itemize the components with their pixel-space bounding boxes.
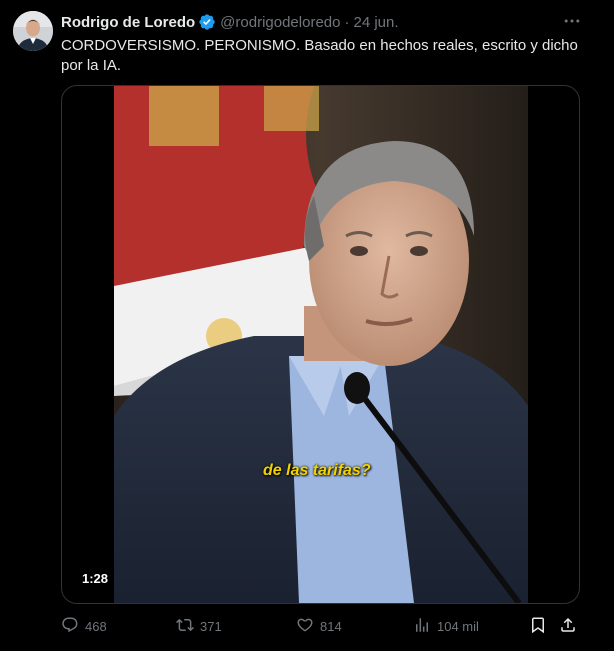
action-bar: 468 371 814 104 mil <box>61 614 591 638</box>
retweet-button[interactable]: 371 <box>176 614 222 638</box>
retweet-count: 371 <box>200 618 222 634</box>
views-button[interactable]: 104 mil <box>413 614 479 638</box>
video-duration: 1:28 <box>76 569 115 588</box>
tweet[interactable]: Rodrigo de Loredo @rodrigodeloredo · 24 … <box>0 0 614 651</box>
author-name[interactable]: Rodrigo de Loredo <box>61 14 195 31</box>
like-button[interactable]: 814 <box>296 614 342 638</box>
like-count: 814 <box>320 618 342 634</box>
author-handle[interactable]: @rodrigodeloredo <box>220 14 340 31</box>
video-caption: de las tarifas? <box>263 462 371 479</box>
tweet-date[interactable]: 24 jun. <box>353 14 398 31</box>
views-icon <box>413 616 437 637</box>
share-icon <box>559 616 583 637</box>
retweet-icon <box>176 616 200 637</box>
bookmark-button[interactable] <box>529 614 553 638</box>
share-button[interactable] <box>559 614 583 638</box>
more-icon[interactable] <box>560 9 584 33</box>
reply-button[interactable]: 468 <box>61 614 107 638</box>
tweet-header: Rodrigo de Loredo @rodrigodeloredo · 24 … <box>61 12 399 32</box>
video-frame[interactable] <box>114 86 528 603</box>
tweet-text: CORDOVERSISMO. PERONISMO. Basado en hech… <box>61 37 578 74</box>
reply-count: 468 <box>85 618 107 634</box>
separator-dot: · <box>344 13 350 31</box>
verified-icon <box>198 13 216 31</box>
video-player[interactable]: de las tarifas? 1:28 <box>61 85 580 604</box>
bookmark-icon <box>529 616 553 637</box>
reply-icon <box>61 616 85 637</box>
views-count: 104 mil <box>437 618 479 634</box>
like-icon <box>296 616 320 637</box>
avatar[interactable] <box>13 11 53 51</box>
